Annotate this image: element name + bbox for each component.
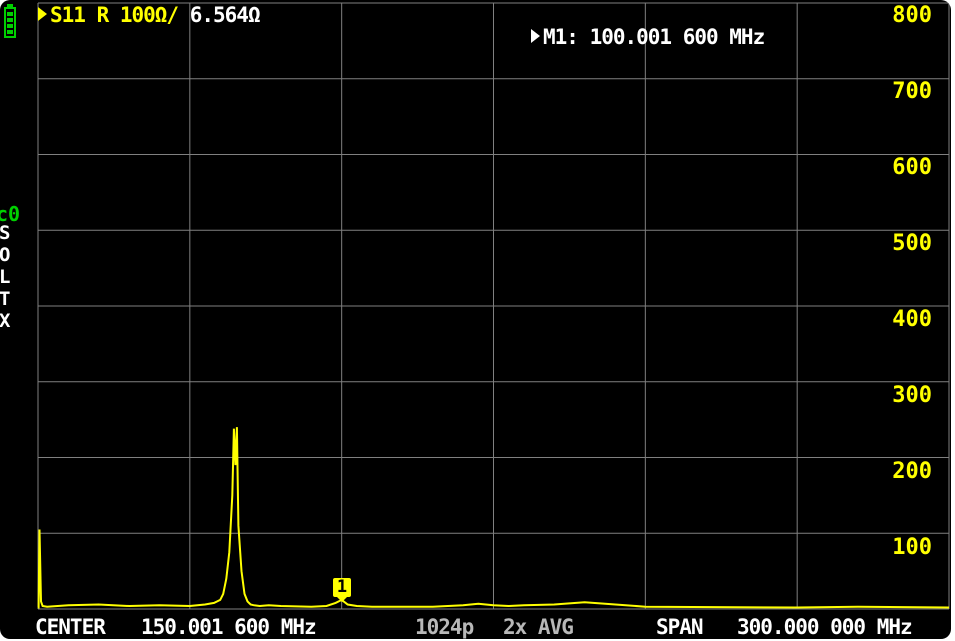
triangle-right-icon xyxy=(38,7,47,21)
marker-1-flag[interactable]: 1 xyxy=(333,578,351,602)
marker-frequency: M1: 100.001 600 MHz xyxy=(543,25,765,49)
cal-item-through[interactable]: T xyxy=(0,290,10,309)
sweep-points[interactable]: 1024p xyxy=(415,617,474,638)
span-frequency[interactable]: 300.000 000 MHz xyxy=(737,617,913,638)
scale-label-600: 600 xyxy=(892,155,932,180)
scale-label-400: 400 xyxy=(892,307,932,332)
plot-grid xyxy=(37,2,950,610)
scale-label-700: 700 xyxy=(892,79,932,104)
averaging-status[interactable]: 2x AVG xyxy=(503,617,574,638)
scale-label-300: 300 xyxy=(892,383,932,408)
cal-item-load[interactable]: L xyxy=(0,268,10,287)
marker-readout[interactable]: M1: 100.001 600 MHz xyxy=(531,25,765,49)
scale-label-500: 500 xyxy=(892,231,932,256)
vna-screen: S11 R 100Ω/ 6.564Ω M1: 100.001 600 MHz 8… xyxy=(0,0,951,639)
center-label[interactable]: CENTER xyxy=(35,617,106,638)
cal-item-open[interactable]: O xyxy=(0,246,10,265)
cal-item-isolation[interactable]: X xyxy=(0,312,10,331)
marker-number: 1 xyxy=(336,577,348,597)
smith-plot-area[interactable] xyxy=(0,0,951,639)
scale-label-200: 200 xyxy=(892,459,932,484)
cal-item-short[interactable]: S xyxy=(0,224,10,243)
center-frequency[interactable]: 150.001 600 MHz xyxy=(141,617,317,638)
span-label[interactable]: SPAN xyxy=(656,617,704,638)
trace-format-label: S11 R 100Ω/ xyxy=(50,3,179,27)
trace-value: 6.564Ω xyxy=(189,3,261,27)
scale-label-800: 800 xyxy=(892,3,932,28)
scale-label-100: 100 xyxy=(892,535,932,560)
calibration-slot: c0 xyxy=(0,202,21,226)
trace-status[interactable]: S11 R 100Ω/ 6.564Ω xyxy=(38,3,261,27)
triangle-right-icon xyxy=(531,29,540,43)
battery-icon xyxy=(4,4,16,38)
